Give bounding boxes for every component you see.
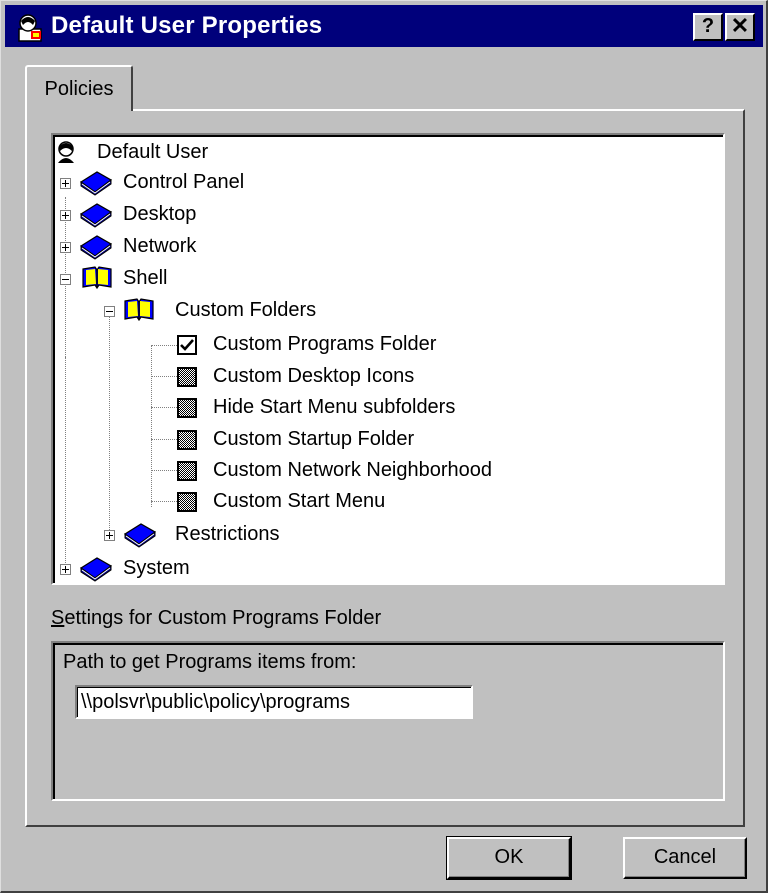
window-title: Default User Properties: [51, 12, 323, 39]
user-icon: [58, 141, 74, 163]
tree-item-shell[interactable]: Shell: [53, 263, 453, 293]
tree-label: Custom Startup Folder: [213, 428, 415, 450]
expand-plus-icon[interactable]: [60, 564, 71, 575]
tree-label: Restrictions: [175, 523, 280, 545]
settings-section-label: Settings for Custom Programs Folder: [51, 607, 381, 630]
tree-root[interactable]: Default User: [53, 137, 453, 167]
tree-label: Custom Programs Folder: [213, 333, 437, 355]
checked-checkbox[interactable]: [177, 335, 197, 355]
tab-policies[interactable]: Policies: [25, 65, 133, 111]
settings-label-text: ettings for Custom Programs Folder: [64, 607, 382, 629]
policy-custom-programs-folder[interactable]: Custom Programs Folder: [53, 329, 653, 359]
indeterminate-checkbox[interactable]: [177, 461, 197, 481]
title-bar[interactable]: Default User Properties ? ✕: [5, 5, 763, 47]
open-book-icon: [82, 266, 112, 290]
policy-custom-start-menu[interactable]: Custom Start Menu: [53, 486, 653, 516]
tree-item-desktop[interactable]: Desktop: [53, 199, 453, 229]
tree-label: Custom Desktop Icons: [213, 365, 415, 387]
accelerator-key: S: [51, 607, 65, 629]
tree-label: Default User: [97, 141, 209, 163]
expand-plus-icon[interactable]: [60, 242, 71, 253]
closed-book-icon: [79, 235, 113, 260]
tree-label: Control Panel: [123, 171, 245, 193]
policy-tree[interactable]: Default User Control Panel Desktop Netwo…: [51, 133, 725, 585]
closed-book-icon: [79, 171, 113, 196]
tree-item-restrictions[interactable]: Restrictions: [53, 519, 553, 549]
closed-book-icon: [123, 523, 157, 548]
tree-label: Network: [123, 235, 197, 257]
expand-plus-icon[interactable]: [60, 178, 71, 189]
tree-label: Hide Start Menu subfolders: [213, 396, 456, 418]
expand-plus-icon[interactable]: [104, 530, 115, 541]
tree-label: Shell: [123, 267, 168, 289]
dialog-window: Default User Properties ? ✕ Policies Def…: [0, 0, 768, 893]
policy-hide-start-menu-subfolders[interactable]: Hide Start Menu subfolders: [53, 392, 653, 422]
indeterminate-checkbox[interactable]: [177, 398, 197, 418]
user-profile-icon: [18, 14, 42, 42]
closed-book-icon: [79, 203, 113, 228]
tree-item-network[interactable]: Network: [53, 231, 453, 261]
closed-book-icon: [79, 557, 113, 582]
checkmark-icon: [180, 339, 194, 351]
help-button[interactable]: ?: [693, 13, 723, 41]
policy-custom-desktop-icons[interactable]: Custom Desktop Icons: [53, 361, 653, 391]
cancel-button[interactable]: Cancel: [623, 837, 747, 879]
collapse-minus-icon[interactable]: [104, 306, 115, 317]
collapse-minus-icon[interactable]: [60, 274, 71, 285]
policy-custom-network-neighborhood[interactable]: Custom Network Neighborhood: [53, 455, 653, 485]
close-button[interactable]: ✕: [725, 13, 755, 41]
indeterminate-checkbox[interactable]: [177, 492, 197, 512]
tree-label: Custom Folders: [175, 299, 317, 321]
open-book-icon: [124, 298, 154, 322]
path-field-label: Path to get Programs items from:: [63, 651, 357, 673]
tree-item-custom-folders[interactable]: Custom Folders: [53, 295, 553, 325]
indeterminate-checkbox[interactable]: [177, 367, 197, 387]
indeterminate-checkbox[interactable]: [177, 430, 197, 450]
tree-label: Custom Start Menu: [213, 490, 386, 512]
tree-label: Desktop: [123, 203, 197, 225]
tree-label: Custom Network Neighborhood: [213, 459, 493, 481]
policy-custom-startup-folder[interactable]: Custom Startup Folder: [53, 424, 653, 454]
tree-label: System: [123, 557, 190, 579]
tree-item-system[interactable]: System: [53, 553, 453, 583]
ok-button[interactable]: OK: [446, 836, 572, 880]
programs-path-input[interactable]: [75, 685, 473, 719]
tree-item-control-panel[interactable]: Control Panel: [53, 167, 453, 197]
expand-plus-icon[interactable]: [60, 210, 71, 221]
